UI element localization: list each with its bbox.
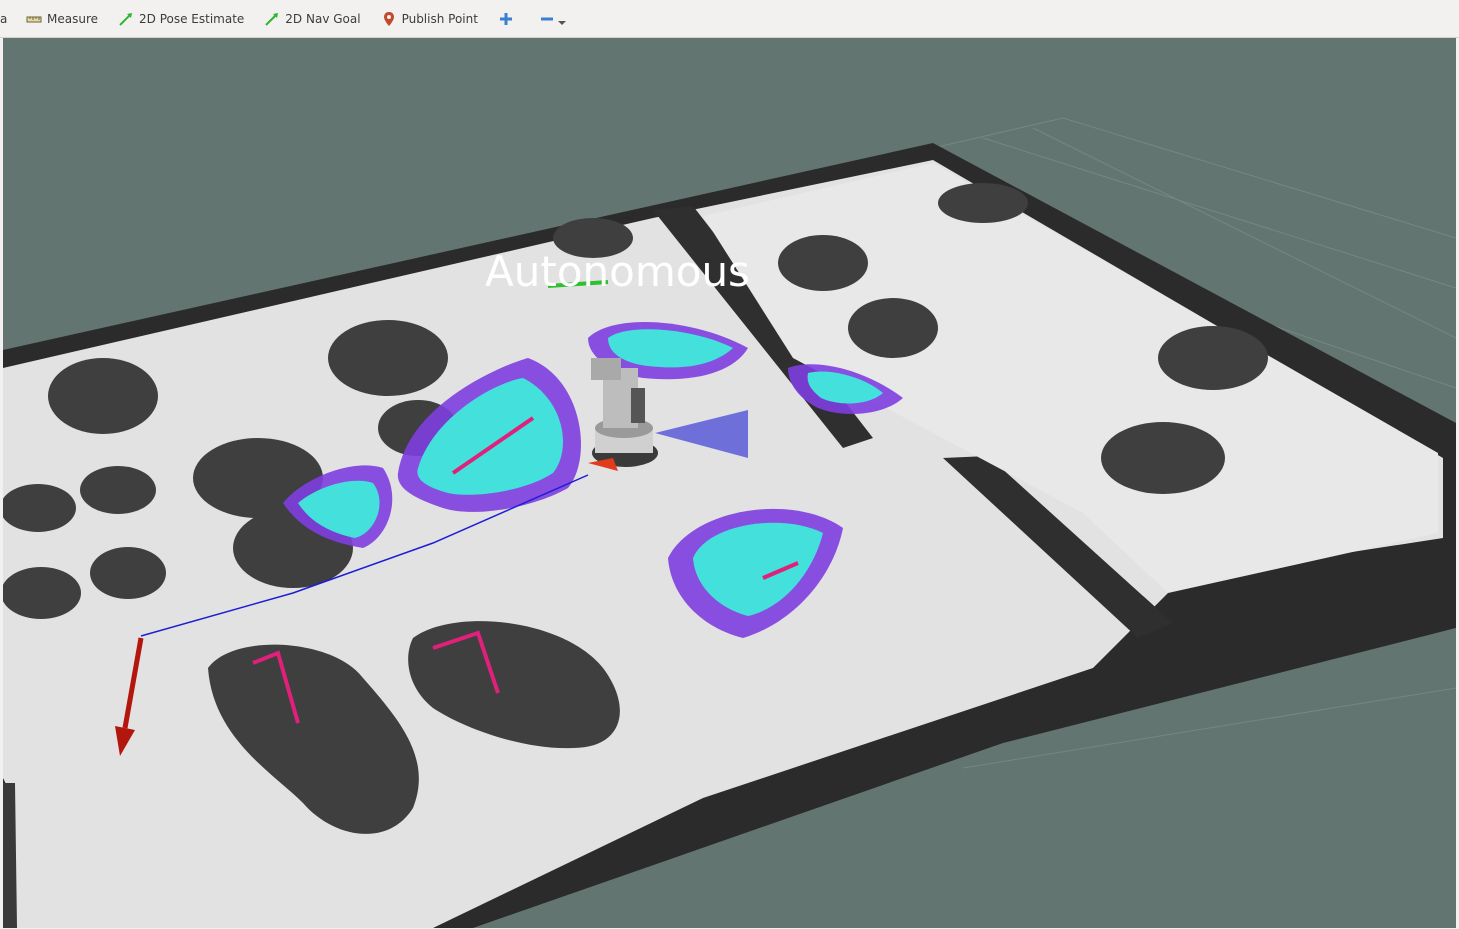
clipped-tool-label: a xyxy=(0,11,8,26)
minus-icon xyxy=(539,11,555,27)
map-pin-icon xyxy=(381,11,397,27)
publish-point-tool[interactable]: Publish Point xyxy=(371,0,488,37)
green-arrow-icon xyxy=(264,11,280,27)
add-tool-button[interactable] xyxy=(488,0,529,37)
left-wall-strip xyxy=(3,783,17,928)
plus-icon xyxy=(498,11,514,27)
measure-tool[interactable]: Measure xyxy=(16,0,108,37)
publish-point-tool-label: Publish Point xyxy=(401,11,478,26)
ruler-icon xyxy=(26,11,42,27)
remove-tool-button[interactable] xyxy=(529,0,576,37)
measure-tool-label: Measure xyxy=(47,11,98,26)
toolbar-clipped-tool[interactable]: a xyxy=(0,0,16,37)
dropdown-arrow-icon[interactable] xyxy=(557,15,566,25)
nav-goal-tool[interactable]: 2D Nav Goal xyxy=(254,0,370,37)
scene-svg: Autonomous xyxy=(3,117,1456,928)
status-overlay-text: Autonomous xyxy=(485,247,750,296)
rviz-toolbar: a Measure 2D Pose Estimate 2D Nav Goal P… xyxy=(0,0,1459,38)
pose-estimate-tool-label: 2D Pose Estimate xyxy=(139,11,245,26)
pose-estimate-tool[interactable]: 2D Pose Estimate xyxy=(108,0,254,37)
nav-goal-tool-label: 2D Nav Goal xyxy=(285,11,361,26)
3d-render-viewport[interactable]: Autonomous xyxy=(3,38,1456,928)
green-arrow-icon xyxy=(118,11,134,27)
